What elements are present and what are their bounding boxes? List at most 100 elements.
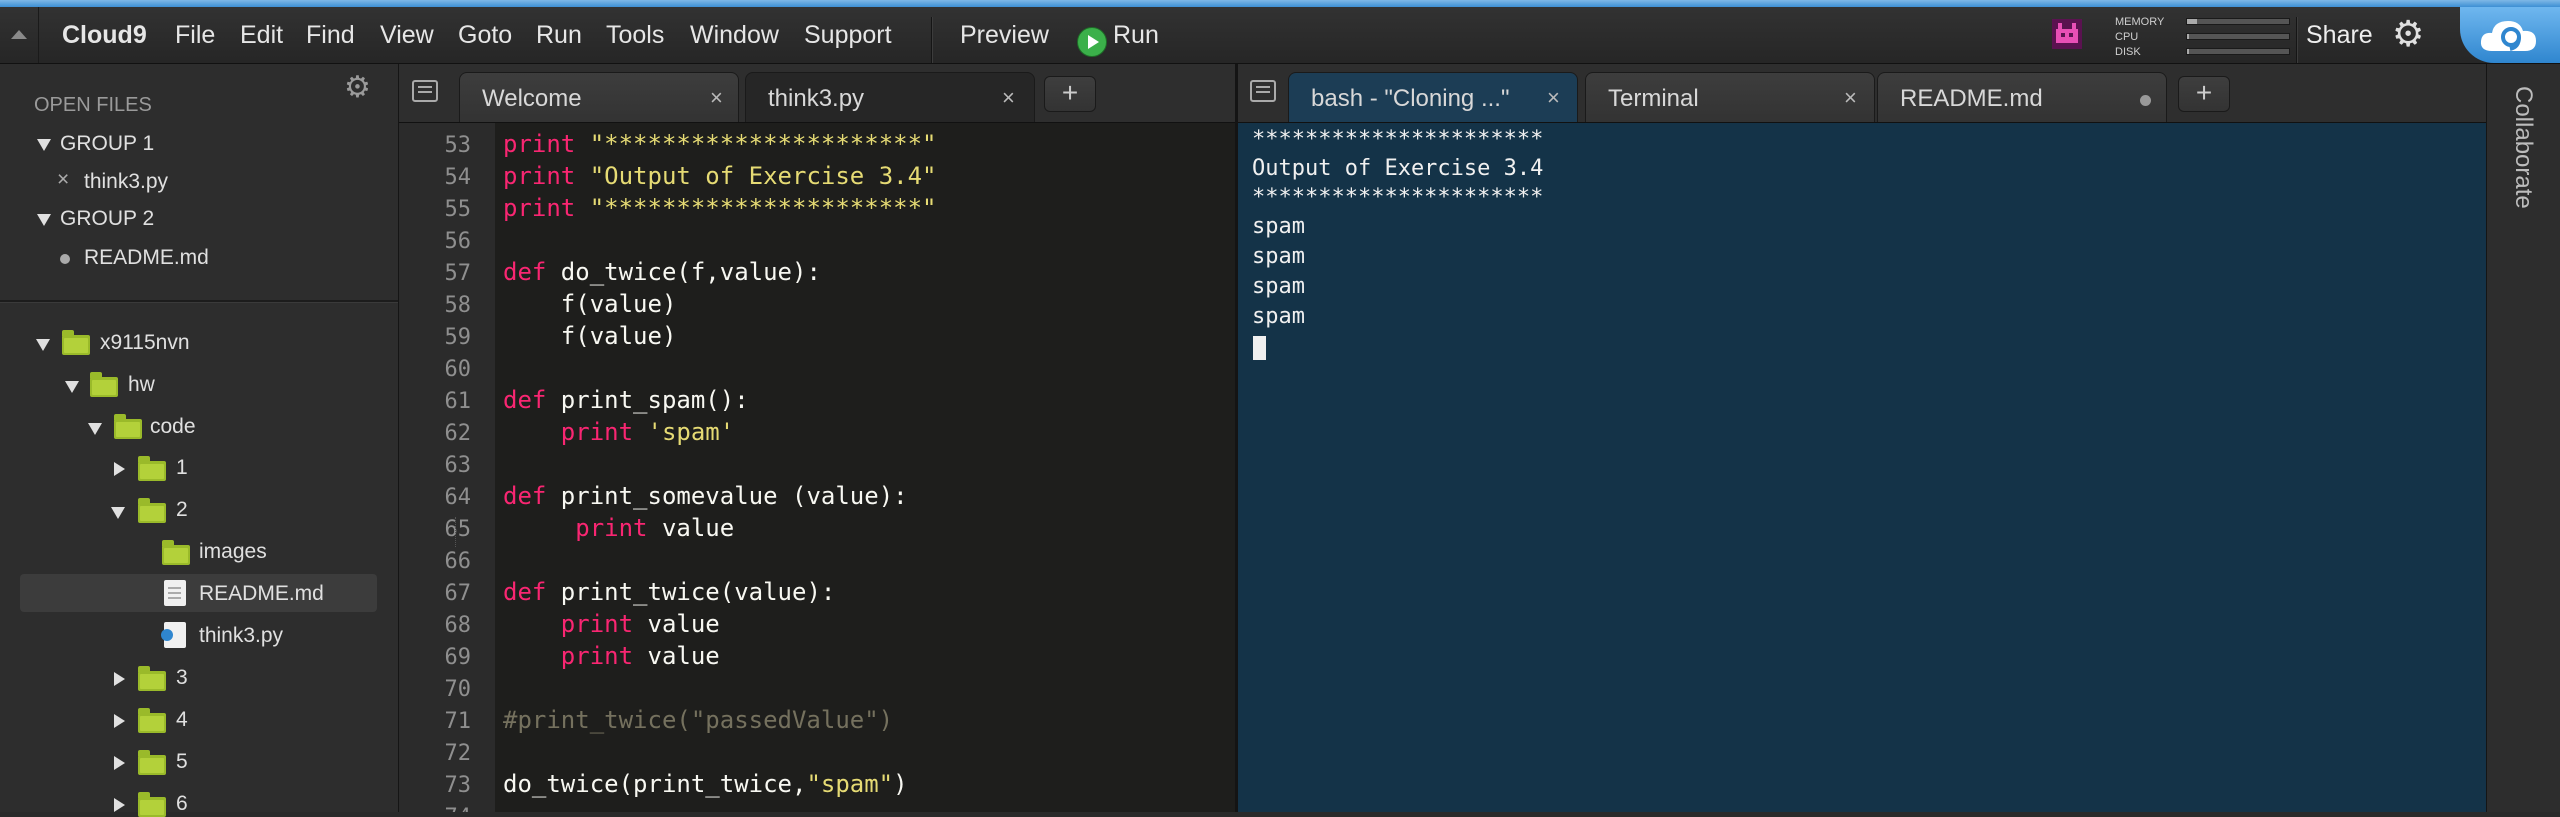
tree-item-4[interactable]: 4 [176,708,188,732]
tree-item-5[interactable]: 5 [176,750,188,774]
tree-item-code[interactable]: code [150,415,196,439]
line-number: 57 [444,261,472,286]
close-icon[interactable]: × [1547,85,1560,111]
close-icon[interactable]: × [57,168,69,192]
menu-edit[interactable]: Edit [240,7,283,63]
pane-menu-icon[interactable] [1250,80,1276,102]
code-editor[interactable]: 53 54 55 56 57 58 59 60 61 62 63 64 65 66 67 68 69 70 71 72… [399,123,1235,812]
open-file-think3[interactable]: think3.py [84,170,168,194]
code-line: print value [560,610,720,638]
cloud9-menu[interactable]: Cloud9 [62,7,147,63]
code-line: def print_twice(value): [503,578,836,606]
tab-bash[interactable]: bash - "Cloning ..." × [1288,72,1578,122]
close-icon[interactable]: × [710,85,723,111]
chevron-up-icon [11,30,27,39]
pane-menu-icon[interactable] [412,80,438,102]
code-line: f(value) [503,322,677,350]
folder-icon [162,540,190,565]
gear-icon[interactable]: ⚙ [2392,16,2424,52]
collapsed-arrow-icon[interactable] [114,714,125,728]
tab-welcome[interactable]: Welcome × [459,72,739,122]
line-number: 67 [444,581,472,606]
terminal-line: spam [1252,304,1305,329]
menu-file[interactable]: File [175,7,215,63]
group-2-label[interactable]: GROUP 2 [60,207,154,231]
menu-bar: Cloud9 File Edit Find View Goto Run Tool… [0,7,2560,64]
add-tab-button[interactable]: + [2178,76,2230,112]
tree-item-hw[interactable]: hw [128,373,155,397]
workspace-sidebar: ⚙ OPEN FILES GROUP 1 × think3.py GROUP 2… [0,64,399,817]
terminal-output[interactable]: ********************** Output of Exercis… [1238,123,2486,812]
menu-run[interactable]: Run [536,7,582,63]
code-line: print 'spam' [560,418,735,446]
expand-arrow-icon[interactable] [65,381,79,393]
folder-icon [90,372,118,397]
open-file-readme[interactable]: README.md [84,246,209,270]
collapsed-arrow-icon[interactable] [114,462,125,476]
folder-icon [138,498,166,523]
sidebar-divider [0,300,398,303]
tree-item-x9115nvn[interactable]: x9115nvn [100,331,190,355]
tree-item-6[interactable]: 6 [176,792,188,816]
menu-window[interactable]: Window [690,7,779,63]
cpu-meter [2186,33,2290,40]
right-rail: Collaborate [2486,64,2560,812]
memory-meter [2186,18,2290,25]
collaborate-panel-button[interactable]: Collaborate [2509,86,2537,209]
memory-label: MEMORY [2115,16,2165,28]
tree-item-images[interactable]: images [199,540,267,564]
terminal-line: ********************** [1252,127,1544,152]
line-number: 74 [399,805,472,812]
terminal-line: ********************** [1252,185,1544,210]
line-number: 71 [444,709,472,734]
add-tab-button[interactable]: + [1044,76,1096,112]
collapsed-arrow-icon[interactable] [114,798,125,812]
menu-separator [931,17,932,63]
folder-icon [62,330,90,355]
close-icon[interactable]: × [1002,85,1015,111]
tree-item-1[interactable]: 1 [176,456,188,480]
avatar[interactable] [2052,19,2082,49]
line-number: 53 [444,133,472,158]
line-number: 68 [444,613,472,638]
menu-support[interactable]: Support [804,7,892,63]
run-icon[interactable] [1077,27,1107,57]
tab-label: README.md [1900,85,2043,112]
code-line: print value [575,514,735,542]
tab-think3[interactable]: think3.py × [745,72,1035,122]
tree-item-think3[interactable]: think3.py [199,624,283,648]
code-line: print "**********************" [503,130,937,158]
tab-terminal[interactable]: Terminal × [1585,72,1875,122]
preview-button[interactable]: Preview [960,7,1049,63]
sidebar-gear-icon[interactable]: ⚙ [344,70,371,105]
line-number: 73 [444,773,472,798]
folder-icon [138,666,166,691]
expand-arrow-icon[interactable] [88,423,102,435]
indent-guide [455,517,456,547]
collapse-menu-button[interactable] [0,7,39,63]
share-button[interactable]: Share [2306,7,2373,63]
collapsed-arrow-icon[interactable] [114,672,125,686]
group-1-label[interactable]: GROUP 1 [60,132,154,156]
menu-tools[interactable]: Tools [606,7,664,63]
cloud-icon [2480,21,2536,51]
tree-item-readme[interactable]: README.md [199,582,324,606]
line-number: 61 [444,389,472,414]
line-number: 69 [444,645,472,670]
unsaved-dot-icon [60,254,70,264]
collapsed-arrow-icon[interactable] [114,756,125,770]
expand-arrow-icon[interactable] [37,214,51,226]
expand-arrow-icon[interactable] [111,507,125,519]
tree-item-2[interactable]: 2 [176,498,188,522]
run-button[interactable]: Run [1113,7,1159,63]
menu-goto[interactable]: Goto [458,7,512,63]
terminal-cursor [1253,336,1266,360]
menu-find[interactable]: Find [306,7,355,63]
close-icon[interactable]: × [1844,85,1857,111]
expand-arrow-icon[interactable] [36,339,50,351]
tab-readme[interactable]: README.md [1877,72,2167,122]
tree-item-3[interactable]: 3 [176,666,188,690]
menu-view[interactable]: View [380,7,434,63]
cloud9-home-button[interactable] [2460,7,2560,63]
expand-arrow-icon[interactable] [37,139,51,151]
